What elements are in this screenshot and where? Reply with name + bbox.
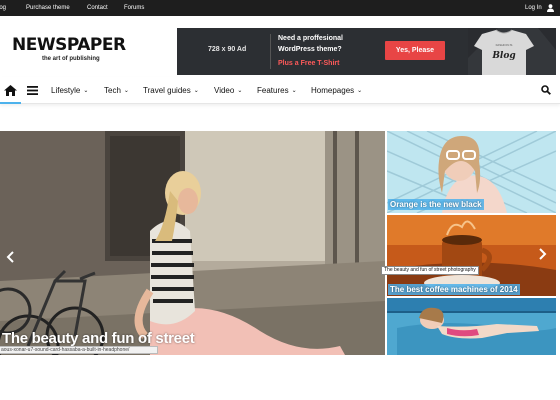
nav-item-video[interactable]: Video ⌄: [214, 86, 242, 96]
slider-next-arrow-icon[interactable]: [539, 248, 547, 260]
hamburger-menu-icon[interactable]: [27, 86, 38, 95]
nav-item-label: Homepages: [311, 86, 355, 95]
hero-image: [0, 131, 385, 355]
chevron-down-icon: ⌄: [193, 88, 199, 94]
home-button[interactable]: [0, 77, 21, 104]
nav-item-label: Lifestyle: [51, 86, 81, 95]
nav-item-label: Tech: [104, 86, 121, 95]
side-post-1-title[interactable]: Orange is the new black: [388, 199, 484, 210]
topbar-link-contact[interactable]: Contact: [87, 5, 108, 12]
nav-item-lifestyle[interactable]: Lifestyle ⌄: [51, 86, 88, 96]
nav-item-label: Features: [257, 86, 289, 95]
tshirt-image: Blog FASHION IS: [468, 28, 556, 75]
ad-offer: Plus a Free T-Shirt: [278, 60, 340, 67]
chevron-down-icon: ⌄: [291, 88, 297, 94]
nav-item-label: Video: [214, 86, 235, 95]
slider-prev-arrow-icon[interactable]: [6, 251, 14, 263]
ad-headline-2: WordPress theme?: [278, 46, 342, 53]
home-icon: [4, 85, 17, 96]
tooltip: The beauty and fun of street photography: [381, 266, 479, 275]
side-post-1[interactable]: Orange is the new black: [387, 131, 556, 213]
chevron-down-icon: ⌄: [237, 88, 243, 94]
ad-divider: [270, 34, 271, 69]
logo-name: NEWSPAPER: [12, 35, 126, 55]
topbar-link-blog[interactable]: log: [0, 5, 6, 12]
svg-text:Blog: Blog: [491, 51, 515, 61]
login-link[interactable]: Log In: [525, 5, 542, 12]
topbar-link-forums[interactable]: Forums: [124, 5, 144, 12]
side-post-3[interactable]: [387, 298, 556, 355]
ad-headline-1: Need a proffesional: [278, 35, 343, 42]
chevron-down-icon: ⌄: [123, 88, 129, 94]
topbar-link-purchase-theme[interactable]: Purchase theme: [26, 5, 70, 12]
top-bar: log Purchase theme Contact Forums Log In: [0, 0, 560, 16]
hero-slide[interactable]: The beauty and fun of street: [0, 131, 385, 355]
nav-item-homepages[interactable]: Homepages ⌄: [311, 86, 362, 96]
ad-size-label: 728 x 90 Ad: [208, 46, 247, 53]
nav-item-tech[interactable]: Tech ⌄: [104, 86, 129, 96]
nav-item-label: Travel guides: [143, 86, 191, 95]
side-post-3-image: [387, 298, 556, 355]
ad-banner[interactable]: 728 x 90 Ad Need a proffesional WordPres…: [177, 28, 556, 75]
nav-item-travel-guides[interactable]: Travel guides ⌄: [143, 86, 199, 96]
site-logo[interactable]: NEWSPAPER the art of publishing: [12, 35, 142, 62]
chevron-down-icon: ⌄: [357, 88, 363, 94]
svg-text:FASHION IS: FASHION IS: [496, 43, 513, 47]
logo-tagline: the art of publishing: [42, 56, 100, 62]
main-navigation: Lifestyle ⌄ Tech ⌄ Travel guides ⌄ Video ⌄ F…: [0, 77, 560, 104]
search-icon[interactable]: [541, 85, 551, 95]
nav-item-features[interactable]: Features ⌄: [257, 86, 297, 96]
chevron-down-icon: ⌄: [83, 88, 89, 94]
side-post-2-title[interactable]: The best coffee machines of 2014: [388, 284, 520, 295]
status-bar-url: aous-xonar-u7-sound-card-hassaba-a-built…: [0, 346, 158, 354]
user-icon[interactable]: [547, 4, 554, 12]
ad-yes-please-button[interactable]: Yes, Please: [385, 41, 445, 60]
side-post-2[interactable]: The best coffee machines of 2014: [387, 215, 556, 296]
hero-title[interactable]: The beauty and fun of street: [2, 330, 195, 347]
